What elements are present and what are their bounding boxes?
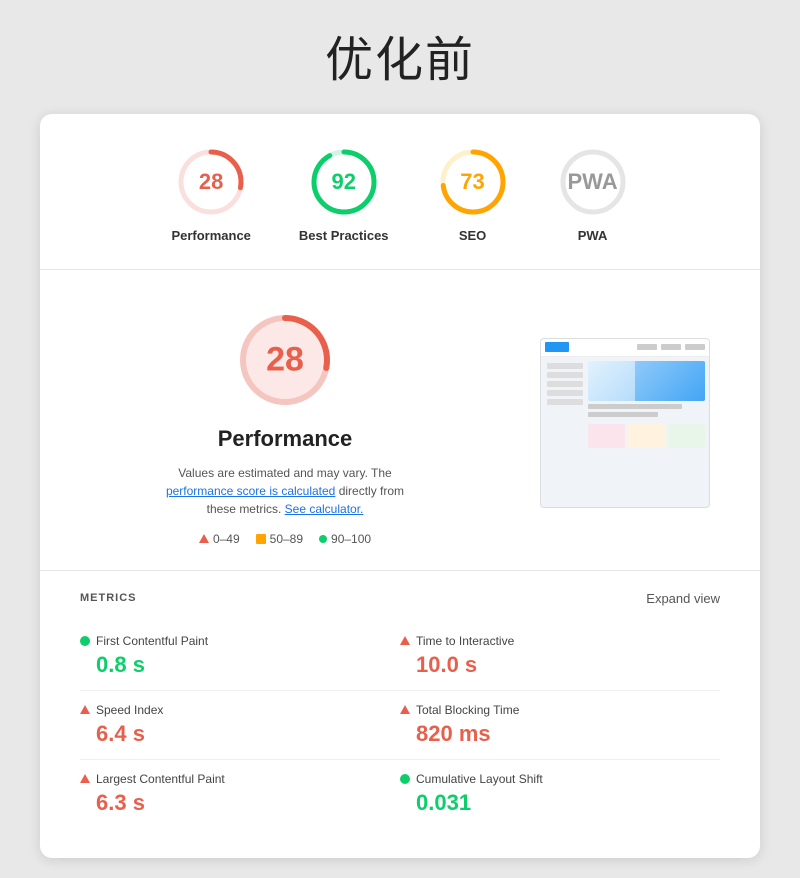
ss-banner (588, 361, 705, 401)
ss-header (541, 339, 709, 357)
legend-item-fail: 0–49 (199, 532, 240, 546)
score-circle-best-practices: 92 (308, 146, 380, 218)
metric-fcp-header: First Contentful Paint (80, 634, 400, 648)
metrics-section: METRICS Expand view First Contentful Pai… (40, 571, 760, 858)
legend-dot-green (319, 535, 327, 543)
ss-main (588, 361, 705, 503)
ss-sidebar-item-5 (547, 399, 583, 405)
ss-text-2 (588, 412, 658, 417)
ss-product-1 (588, 424, 625, 448)
screenshot-inner (541, 339, 709, 507)
score-item-pwa: PWA PWA (557, 146, 629, 245)
big-score-value: 28 (266, 340, 304, 379)
metric-tbt-header: Total Blocking Time (400, 703, 720, 717)
metric-cls-name: Cumulative Layout Shift (416, 772, 543, 786)
detail-section: 28 Performance Values are estimated and … (40, 270, 760, 571)
see-calculator-link[interactable]: See calculator. (285, 502, 364, 516)
metric-tbt-name: Total Blocking Time (416, 703, 519, 717)
metric-tti-indicator (400, 636, 410, 645)
metric-time-to-interactive: Time to Interactive 10.0 s (400, 622, 720, 691)
ss-sidebar (545, 361, 585, 503)
metric-first-contentful-paint: First Contentful Paint 0.8 s (80, 622, 400, 691)
ss-body (541, 357, 709, 507)
metric-lcp-header: Largest Contentful Paint (80, 772, 400, 786)
legend-range-90-100: 90–100 (331, 532, 371, 546)
legend-square-yellow (256, 534, 266, 544)
scores-section: 28 Performance 92 Best Practices (40, 114, 760, 270)
metric-tbt-indicator (400, 705, 410, 714)
metric-speed-index: Speed Index 6.4 s (80, 691, 400, 760)
screenshot-preview (540, 338, 710, 508)
metric-si-name: Speed Index (96, 703, 163, 717)
ss-sidebar-item-1 (547, 363, 583, 369)
metric-cls-indicator (400, 774, 410, 784)
metric-si-indicator (80, 705, 90, 714)
legend-range-0-49: 0–49 (213, 532, 240, 546)
metric-total-blocking-time: Total Blocking Time 820 ms (400, 691, 720, 760)
metric-si-value: 6.4 s (96, 721, 400, 747)
screenshot-preview-container (530, 300, 720, 546)
metric-cls-value: 0.031 (416, 790, 720, 816)
metrics-header: METRICS Expand view (80, 591, 720, 606)
metric-lcp-name: Largest Contentful Paint (96, 772, 225, 786)
metric-fcp-value: 0.8 s (96, 652, 400, 678)
score-legend: 0–49 50–89 90–100 (199, 532, 371, 546)
ss-nav (637, 344, 705, 350)
legend-item-pass: 90–100 (319, 532, 371, 546)
score-label-seo: SEO (459, 228, 486, 245)
ss-sidebar-item-2 (547, 372, 583, 378)
ss-logo (545, 342, 569, 352)
expand-view-button[interactable]: Expand view (646, 591, 720, 606)
metric-fcp-name: First Contentful Paint (96, 634, 208, 648)
performance-description: Values are estimated and may vary. The p… (155, 464, 415, 518)
score-value-pwa: PWA (567, 169, 617, 195)
score-circle-seo: 73 (437, 146, 509, 218)
score-value-best-practices: 92 (331, 169, 355, 195)
metric-lcp-indicator (80, 774, 90, 783)
big-score-circle: 28 (235, 310, 335, 410)
metric-cls-header: Cumulative Layout Shift (400, 772, 720, 786)
ss-sidebar-item-4 (547, 390, 583, 396)
score-label-performance: Performance (171, 228, 250, 245)
performance-detail-left: 28 Performance Values are estimated and … (80, 300, 490, 546)
score-value-seo: 73 (460, 169, 484, 195)
ss-products (588, 424, 705, 448)
ss-nav-item-2 (661, 344, 681, 350)
metric-si-header: Speed Index (80, 703, 400, 717)
metrics-title: METRICS (80, 592, 137, 604)
page-title: 优化前 (325, 20, 475, 90)
legend-triangle-red (199, 534, 209, 543)
ss-product-3 (668, 424, 705, 448)
metric-lcp-value: 6.3 s (96, 790, 400, 816)
score-item-seo: 73 SEO (437, 146, 509, 245)
score-circle-pwa: PWA (557, 146, 629, 218)
main-card: 28 Performance 92 Best Practices (40, 114, 760, 858)
ss-sidebar-item-3 (547, 381, 583, 387)
score-label-best-practices: Best Practices (299, 228, 389, 245)
metric-tbt-value: 820 ms (416, 721, 720, 747)
score-item-performance: 28 Performance (171, 146, 250, 245)
metric-fcp-indicator (80, 636, 90, 646)
ss-nav-item-1 (637, 344, 657, 350)
desc-text-1: Values are estimated and may vary. The (178, 466, 391, 480)
metric-tti-name: Time to Interactive (416, 634, 514, 648)
metric-tti-value: 10.0 s (416, 652, 720, 678)
performance-title: Performance (218, 426, 353, 452)
ss-product-2 (628, 424, 665, 448)
ss-nav-item-3 (685, 344, 705, 350)
metric-largest-contentful-paint: Largest Contentful Paint 6.3 s (80, 760, 400, 828)
perf-score-link[interactable]: performance score is calculated (166, 484, 335, 498)
metrics-grid: First Contentful Paint 0.8 s Time to Int… (80, 622, 720, 828)
ss-text-1 (588, 404, 682, 409)
score-value-performance: 28 (199, 169, 223, 195)
metric-cumulative-layout-shift: Cumulative Layout Shift 0.031 (400, 760, 720, 828)
legend-range-50-89: 50–89 (270, 532, 303, 546)
legend-item-average: 50–89 (256, 532, 303, 546)
score-circle-performance: 28 (175, 146, 247, 218)
score-item-best-practices: 92 Best Practices (299, 146, 389, 245)
metric-tti-header: Time to Interactive (400, 634, 720, 648)
score-label-pwa: PWA (578, 228, 608, 245)
